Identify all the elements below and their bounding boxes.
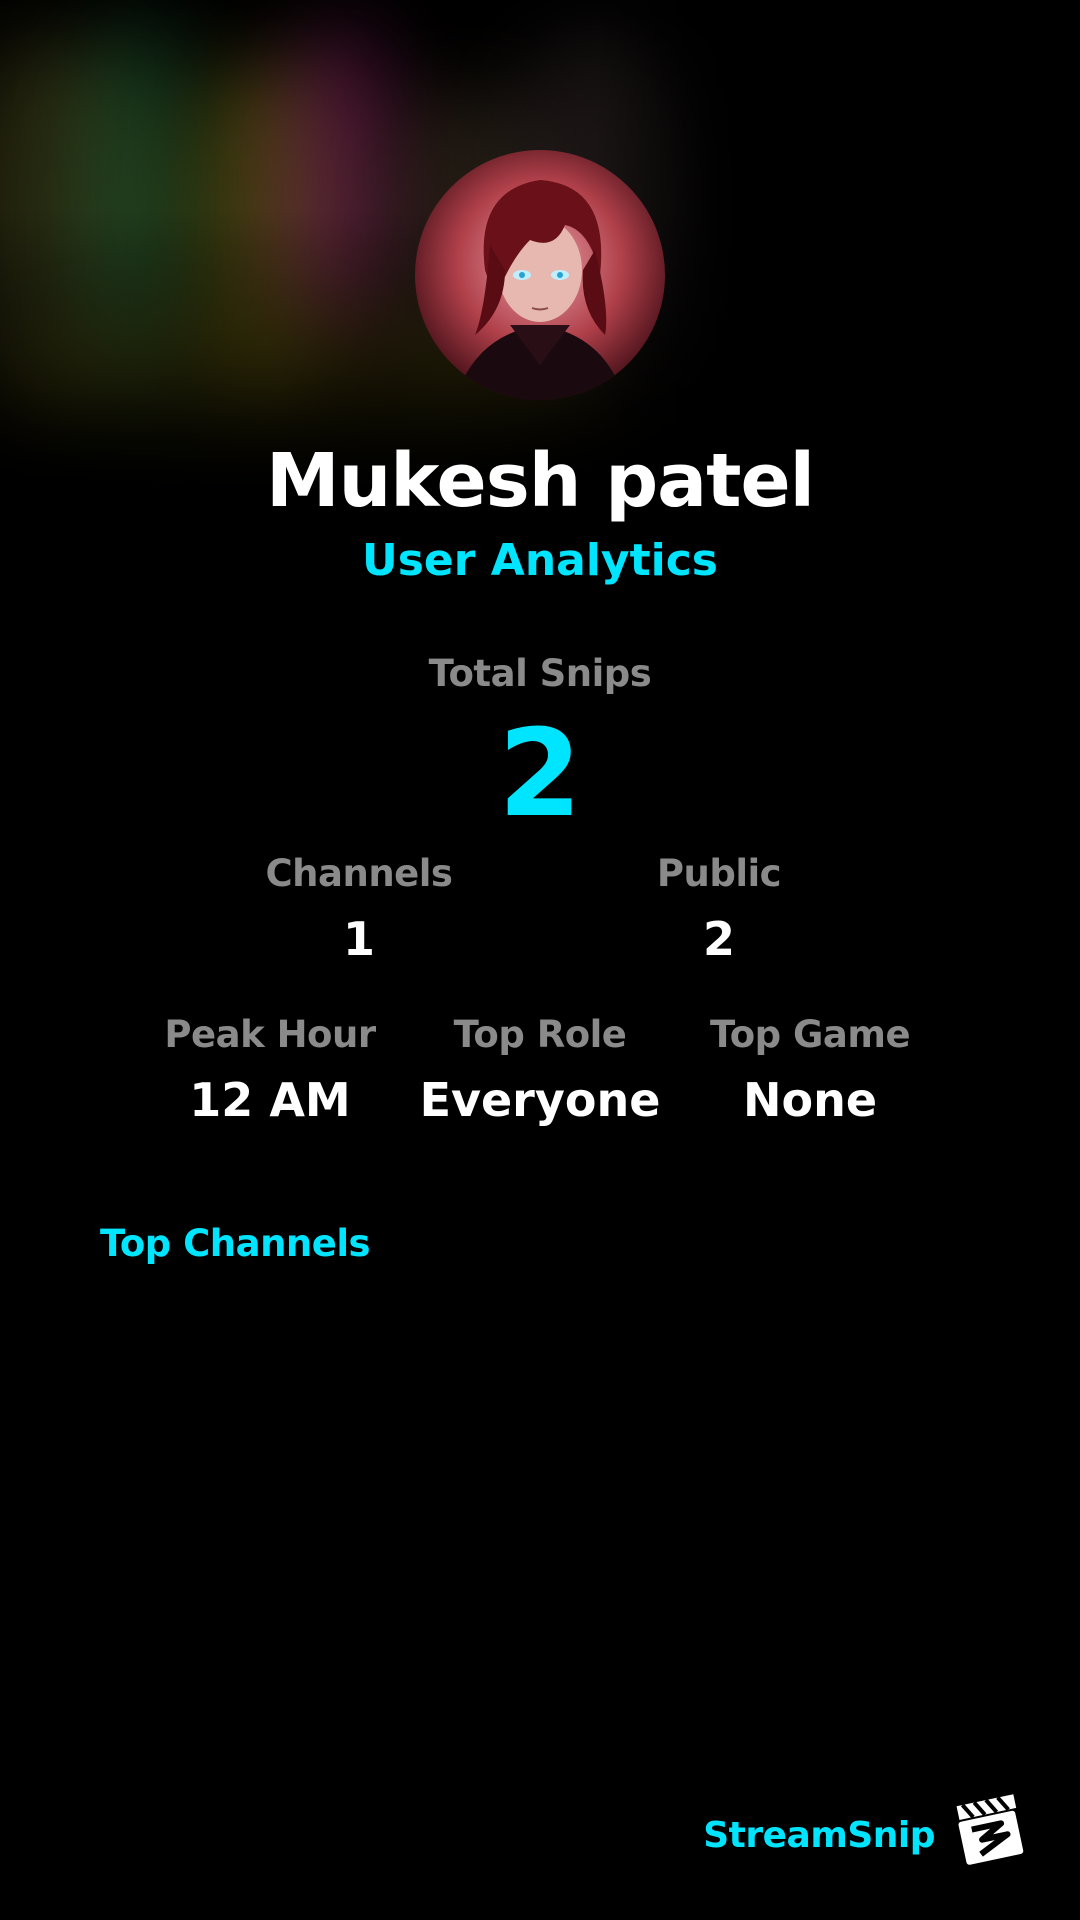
peak-hour-value: 12 AM bbox=[189, 1073, 351, 1127]
top-channels-title: Top Channels bbox=[100, 1222, 371, 1265]
total-snips-value: 2 bbox=[498, 705, 582, 844]
top-game-value: None bbox=[742, 1073, 878, 1127]
public-label: Public bbox=[656, 852, 782, 895]
channels-value: 1 bbox=[342, 912, 375, 966]
total-snips-label: Total Snips bbox=[428, 652, 652, 695]
profile-name: Mukesh patel bbox=[265, 438, 815, 524]
avatar bbox=[415, 150, 665, 400]
peak-hour-label: Peak Hour bbox=[164, 1013, 376, 1056]
public-value: 2 bbox=[702, 912, 735, 966]
page-subtitle: User Analytics bbox=[362, 535, 718, 586]
brand-name: StreamSnip bbox=[703, 1815, 935, 1856]
avatar-image bbox=[415, 150, 665, 400]
top-game-label: Top Game bbox=[709, 1013, 911, 1056]
channels-label: Channels bbox=[265, 852, 453, 895]
clapperboard-icon bbox=[950, 1790, 1028, 1868]
top-role-value: Everyone bbox=[419, 1073, 661, 1127]
top-role-label: Top Role bbox=[453, 1013, 627, 1056]
